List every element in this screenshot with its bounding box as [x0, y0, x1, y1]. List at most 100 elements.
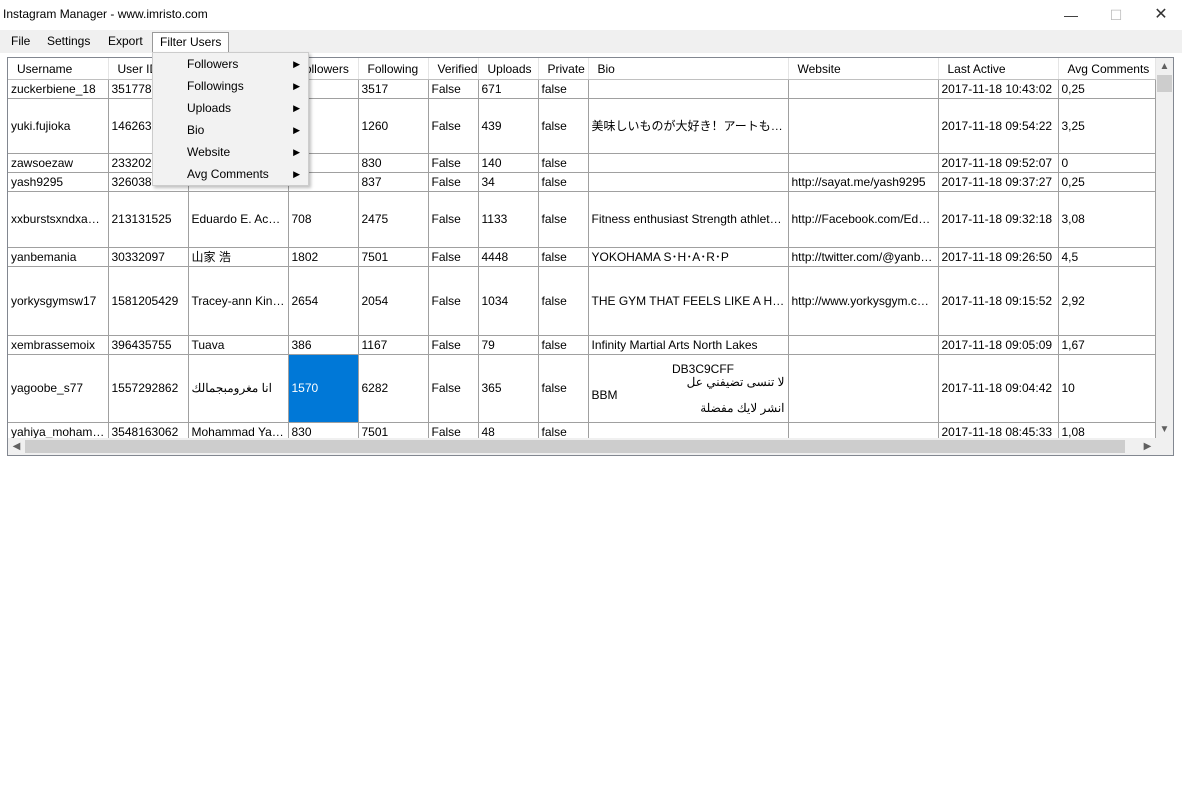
cell-username[interactable]: xembrassemoix	[8, 335, 109, 355]
cell-following[interactable]: 1260	[358, 98, 429, 154]
filter-followings-item[interactable]: Followings ▶	[153, 75, 308, 97]
menu-settings[interactable]: Settings	[47, 32, 90, 51]
cell-bio[interactable]	[588, 172, 789, 192]
cell-verified[interactable]: False	[428, 335, 479, 355]
cell-last-active[interactable]: 2017-11-18 09:54:22	[938, 98, 1059, 154]
cell-uploads[interactable]: 439	[478, 98, 539, 154]
cell-bio[interactable]: DB3C9CFF لا تنسى تضيفني عل BBM انشر لايك…	[588, 354, 789, 423]
cell-following[interactable]: 1167	[358, 335, 429, 355]
scroll-down-icon[interactable]: ▼	[1156, 421, 1173, 438]
cell-private[interactable]: false	[538, 172, 589, 192]
cell-last-active[interactable]: 2017-11-18 09:37:27	[938, 172, 1059, 192]
cell-followers[interactable]: 386	[288, 335, 359, 355]
column-header[interactable]: Bio	[588, 58, 789, 80]
cell-user-id[interactable]: 1581205429	[108, 266, 189, 336]
cell-verified[interactable]: False	[428, 172, 479, 192]
cell-username[interactable]: yorkysgymsw17	[8, 266, 109, 336]
column-header[interactable]: Verified	[428, 58, 479, 80]
cell-following[interactable]: 830	[358, 153, 429, 173]
cell-bio[interactable]	[588, 153, 789, 173]
cell-followers[interactable]: 708	[288, 191, 359, 248]
cell-uploads[interactable]: 34	[478, 172, 539, 192]
cell-verified[interactable]: False	[428, 79, 479, 99]
cell-following[interactable]: 2054	[358, 266, 429, 336]
scroll-right-icon[interactable]: ▶	[1139, 438, 1156, 455]
cell-full-name[interactable]: Tracey-ann King...	[188, 266, 289, 336]
cell-uploads[interactable]: 4448	[478, 247, 539, 267]
maximize-icon[interactable]: ☐	[1093, 0, 1139, 30]
table-row[interactable]: yanbemania 30332097 山家 浩 1802 7501 False…	[8, 247, 1156, 267]
cell-avg-comments[interactable]: 0,25	[1058, 172, 1156, 192]
cell-user-id[interactable]: 1557292862	[108, 354, 189, 423]
cell-user-id[interactable]: 30332097	[108, 247, 189, 267]
cell-following[interactable]: 2475	[358, 191, 429, 248]
cell-website[interactable]: http://Facebook.com/Edua...	[788, 191, 939, 248]
cell-full-name[interactable]: Tuava	[188, 335, 289, 355]
cell-username[interactable]: zawsoezaw	[8, 153, 109, 173]
menu-filter-users[interactable]: Filter Users	[152, 32, 230, 53]
cell-bio[interactable]: YOKOHAMA S･H･A･R･P	[588, 247, 789, 267]
column-header[interactable]: Private	[538, 58, 589, 80]
vertical-scroll-thumb[interactable]	[1157, 75, 1172, 92]
cell-following[interactable]: 3517	[358, 79, 429, 99]
cell-following[interactable]: 837	[358, 172, 429, 192]
cell-username[interactable]: yanbemania	[8, 247, 109, 267]
cell-last-active[interactable]: 2017-11-18 09:52:07	[938, 153, 1059, 173]
cell-verified[interactable]: False	[428, 153, 479, 173]
cell-following[interactable]: 7501	[358, 247, 429, 267]
cell-followers[interactable]: 1802	[288, 247, 359, 267]
cell-verified[interactable]: False	[428, 266, 479, 336]
column-header[interactable]: Username	[8, 58, 109, 80]
cell-followers-selected[interactable]: 1570	[288, 354, 359, 423]
horizontal-scrollbar[interactable]: ◀ ▶	[8, 438, 1156, 455]
column-header[interactable]: Website	[788, 58, 939, 80]
cell-uploads[interactable]: 79	[478, 335, 539, 355]
cell-website[interactable]	[788, 153, 939, 173]
cell-avg-comments[interactable]: 0,25	[1058, 79, 1156, 99]
cell-uploads[interactable]: 1133	[478, 191, 539, 248]
cell-website[interactable]: http://twitter.com/@yanbe...	[788, 247, 939, 267]
cell-username[interactable]: yuki.fujioka	[8, 98, 109, 154]
menu-file[interactable]: File	[11, 32, 30, 51]
table-row[interactable]: yorkysgymsw17 1581205429 Tracey-ann King…	[8, 266, 1156, 336]
column-header[interactable]: Avg Comments	[1058, 58, 1156, 80]
cell-bio[interactable]: 美味しいものが大好き！アートも旅行も好き！ I love drinking an…	[588, 98, 789, 154]
cell-website[interactable]: http://www.yorkysgym.com/	[788, 266, 939, 336]
cell-avg-comments[interactable]: 10	[1058, 354, 1156, 423]
vertical-scrollbar[interactable]: ▲ ▼	[1156, 58, 1173, 438]
cell-bio[interactable]: Fitness enthusiast Strength athleteSpiri…	[588, 191, 789, 248]
column-header[interactable]: Last Active	[938, 58, 1059, 80]
cell-website[interactable]	[788, 354, 939, 423]
cell-verified[interactable]: False	[428, 191, 479, 248]
cell-last-active[interactable]: 2017-11-18 09:26:50	[938, 247, 1059, 267]
cell-bio[interactable]	[588, 79, 789, 99]
filter-avg-comments-item[interactable]: Avg Comments ▶	[153, 163, 308, 185]
cell-private[interactable]: false	[538, 79, 589, 99]
cell-bio[interactable]: THE GYM THAT FEELS LIKE A HOME Bodybuild…	[588, 266, 789, 336]
cell-username[interactable]: yash9295	[8, 172, 109, 192]
cell-website[interactable]	[788, 335, 939, 355]
cell-username[interactable]: xxburstsxndxawa...	[8, 191, 109, 248]
cell-website[interactable]	[788, 98, 939, 154]
cell-private[interactable]: false	[538, 335, 589, 355]
cell-last-active[interactable]: 2017-11-18 09:04:42	[938, 354, 1059, 423]
cell-avg-comments[interactable]: 3,08	[1058, 191, 1156, 248]
cell-private[interactable]: false	[538, 354, 589, 423]
cell-verified[interactable]: False	[428, 247, 479, 267]
cell-username[interactable]: zuckerbiene_18	[8, 79, 109, 99]
cell-uploads[interactable]: 1034	[478, 266, 539, 336]
cell-full-name[interactable]: 山家 浩	[188, 247, 289, 267]
cell-last-active[interactable]: 2017-11-18 09:15:52	[938, 266, 1059, 336]
cell-verified[interactable]: False	[428, 98, 479, 154]
table-row[interactable]: xxburstsxndxawa... 213131525 Eduardo E. …	[8, 191, 1156, 248]
cell-avg-comments[interactable]: 4,5	[1058, 247, 1156, 267]
cell-private[interactable]: false	[538, 266, 589, 336]
filter-bio-item[interactable]: Bio ▶	[153, 119, 308, 141]
table-row[interactable]: xembrassemoix 396435755 Tuava 386 1167 F…	[8, 335, 1156, 355]
menu-export[interactable]: Export	[108, 32, 143, 51]
cell-uploads[interactable]: 671	[478, 79, 539, 99]
cell-user-id[interactable]: 396435755	[108, 335, 189, 355]
horizontal-scroll-thumb[interactable]	[25, 440, 1125, 453]
close-icon[interactable]: ✕	[1138, 0, 1182, 30]
cell-following[interactable]: 6282	[358, 354, 429, 423]
